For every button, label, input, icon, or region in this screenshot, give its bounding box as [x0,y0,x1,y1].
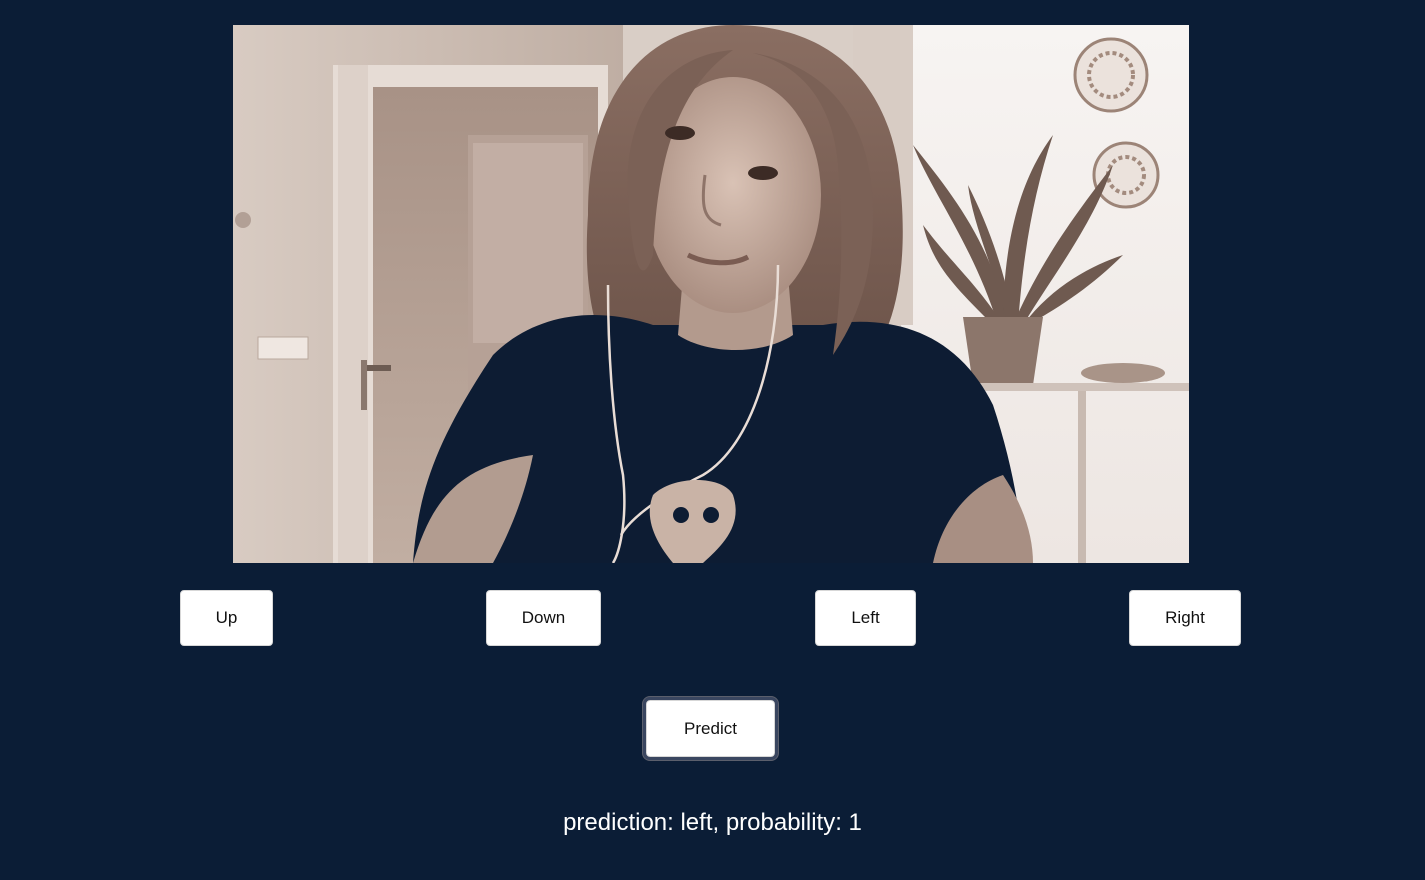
webcam-video [233,25,1189,563]
webcam-frame-graphic [233,25,1189,563]
prediction-result: prediction: left, probability: 1 [563,809,862,836]
predict-button[interactable]: Predict [643,697,778,760]
up-button[interactable]: Up [180,590,273,646]
down-button[interactable]: Down [486,590,601,646]
left-button[interactable]: Left [815,590,916,646]
right-button[interactable]: Right [1129,590,1241,646]
page: Up Down Left Right Predict prediction: l… [0,0,1425,880]
